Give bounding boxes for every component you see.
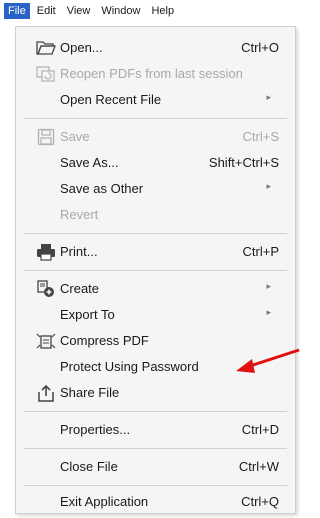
menu-help[interactable]: Help	[147, 3, 178, 19]
compress-icon	[36, 332, 56, 350]
shortcut-label: Ctrl+D	[241, 422, 279, 437]
menu-separator	[24, 448, 287, 449]
menu-separator	[24, 270, 287, 271]
menu-bar: File Edit View Window Help	[0, 0, 303, 22]
menu-item-open[interactable]: Open... Ctrl+O	[16, 35, 295, 61]
menu-item-properties[interactable]: Properties... Ctrl+D	[16, 417, 295, 443]
menu-separator	[24, 485, 287, 486]
shortcut-label: Ctrl+S	[242, 129, 279, 144]
share-upload-icon	[36, 384, 56, 402]
menu-item-label: Reopen PDFs from last session	[60, 66, 243, 81]
printer-icon	[36, 243, 56, 261]
menu-item-label: Open Recent File	[60, 92, 162, 107]
menu-item-print[interactable]: Print... Ctrl+P	[16, 239, 295, 265]
menu-item-protect-password[interactable]: Protect Using Password	[16, 354, 295, 380]
reopen-session-icon	[36, 65, 56, 83]
shortcut-label: Ctrl+W	[238, 459, 279, 474]
submenu-arrow-icon: ▸	[266, 181, 271, 191]
menu-item-exit[interactable]: Exit Application Ctrl+Q	[16, 489, 295, 515]
menu-item-label: Save	[60, 129, 90, 144]
menu-item-open-recent[interactable]: Open Recent File ▸	[16, 87, 295, 113]
shortcut-label: Shift+Ctrl+S	[208, 155, 279, 170]
menu-item-label: Open...	[60, 40, 103, 55]
menu-item-close-file[interactable]: Close File Ctrl+W	[16, 454, 295, 480]
menu-item-save-as-other[interactable]: Save as Other ▸	[16, 176, 295, 202]
menu-item-export-to[interactable]: Export To ▸	[16, 302, 295, 328]
shortcut-label: Ctrl+O	[241, 40, 279, 55]
shortcut-label: Ctrl+Q	[241, 494, 279, 509]
menu-edit[interactable]: Edit	[33, 3, 60, 19]
menu-item-label: Export To	[60, 307, 115, 322]
menu-item-label: Properties...	[60, 422, 131, 437]
menu-item-compress-pdf[interactable]: Compress PDF	[16, 328, 295, 354]
menu-item-label: Print...	[60, 244, 98, 259]
menu-item-label: Share File	[60, 385, 120, 400]
menu-item-save-as[interactable]: Save As... Shift+Ctrl+S	[16, 150, 295, 176]
create-pdf-icon	[36, 280, 56, 298]
submenu-arrow-icon: ▸	[266, 307, 271, 317]
menu-separator	[24, 233, 287, 234]
shortcut-label: Ctrl+P	[242, 244, 279, 259]
menu-item-label: Close File	[60, 459, 118, 474]
menu-item-label: Protect Using Password	[60, 359, 199, 374]
submenu-arrow-icon: ▸	[266, 92, 271, 102]
menu-separator	[24, 118, 287, 119]
submenu-arrow-icon: ▸	[266, 281, 271, 291]
menu-item-reopen-session[interactable]: Reopen PDFs from last session	[16, 61, 295, 87]
menu-item-label: Save As...	[60, 155, 119, 170]
menu-view[interactable]: View	[63, 3, 95, 19]
save-disk-icon	[36, 128, 56, 146]
menu-item-revert[interactable]: Revert	[16, 202, 295, 228]
menu-item-label: Compress PDF	[60, 333, 149, 348]
menu-item-save[interactable]: Save Ctrl+S	[16, 124, 295, 150]
file-menu-dropdown: Open... Ctrl+O Reopen PDFs from last ses…	[15, 26, 296, 514]
menu-separator	[24, 411, 287, 412]
menu-item-label: Save as Other	[60, 181, 144, 196]
menu-item-label: Create	[60, 281, 100, 296]
menu-item-share-file[interactable]: Share File	[16, 380, 295, 406]
menu-window[interactable]: Window	[97, 3, 144, 19]
menu-item-label: Revert	[60, 207, 99, 222]
menu-item-label: Exit Application	[60, 494, 149, 509]
folder-open-icon	[36, 39, 56, 57]
menu-file[interactable]: File	[4, 3, 30, 19]
menu-item-create[interactable]: Create ▸	[16, 276, 295, 302]
